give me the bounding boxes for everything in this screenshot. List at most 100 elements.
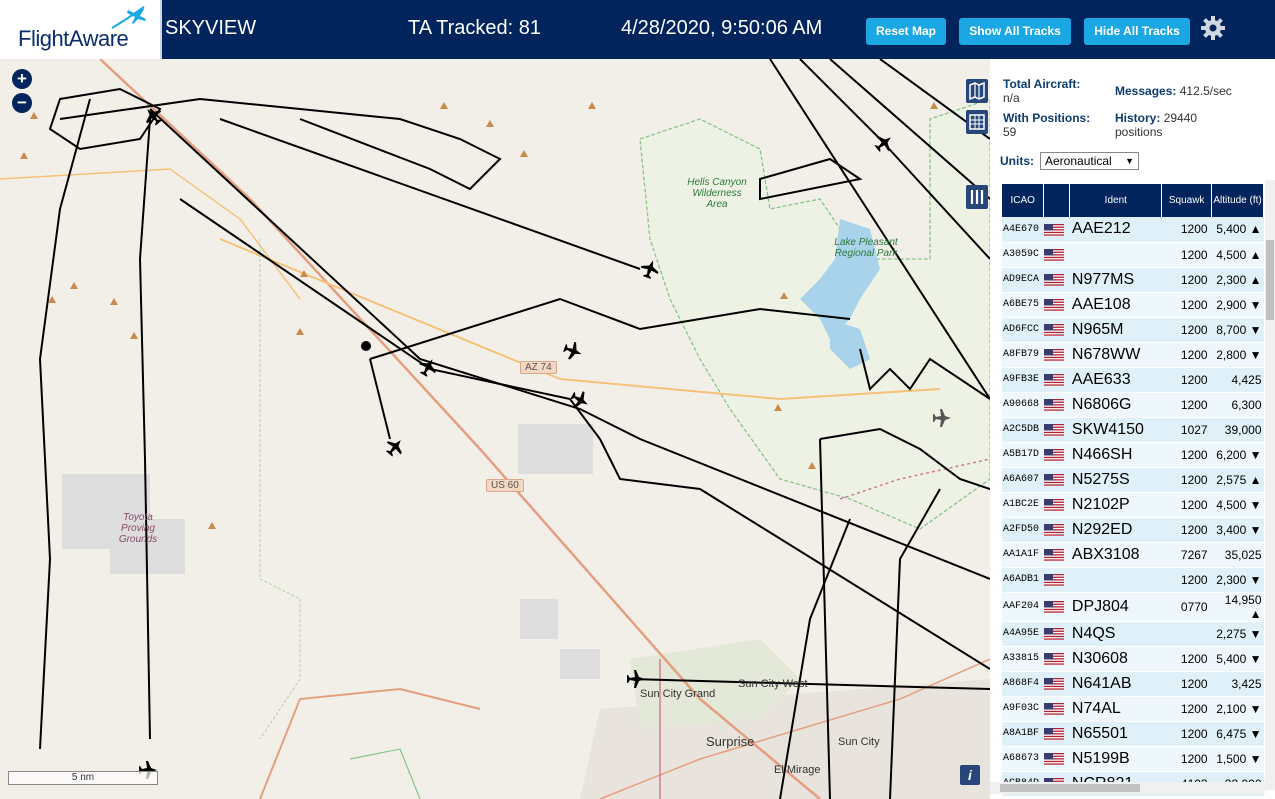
icao-cell: A2C5DB bbox=[1002, 417, 1044, 443]
gear-icon[interactable] bbox=[1200, 15, 1226, 41]
table-row[interactable]: A8A1BF N65501 1200 6,475 ▼ bbox=[1002, 721, 1264, 747]
altitude-cell: 4,425 bbox=[1211, 367, 1264, 393]
squawk-cell: 1027 bbox=[1161, 417, 1212, 443]
ident-cell: N4QS bbox=[1069, 621, 1162, 647]
table-row[interactable]: A33815 N30608 1200 5,400 ▼ bbox=[1002, 646, 1264, 672]
icao-cell: A9F03C bbox=[1002, 696, 1044, 722]
table-row[interactable]: A4A95E N4QS 2,275 ▼ bbox=[1002, 621, 1264, 647]
us-flag-icon bbox=[1043, 728, 1064, 741]
us-flag-icon bbox=[1043, 324, 1064, 337]
table-row[interactable]: AD6FCC N965M 1200 8,700 ▼ bbox=[1002, 317, 1264, 343]
table-row[interactable]: A2FD50 N292ED 1200 3,400 ▼ bbox=[1002, 517, 1264, 543]
table-row[interactable]: AA1A1F ABX3108 7267 35,025 bbox=[1002, 542, 1264, 568]
altitude-cell: 4,500 ▲ bbox=[1211, 242, 1264, 268]
flag-cell bbox=[1043, 217, 1070, 243]
altitude-cell: 4,500 ▼ bbox=[1211, 492, 1264, 518]
altitude-cell: 2,275 ▼ bbox=[1211, 621, 1264, 647]
grid-toggle-button[interactable] bbox=[966, 110, 988, 134]
table-row[interactable]: A3059C 1200 4,500 ▲ bbox=[1002, 242, 1264, 268]
table-row[interactable]: A6ADB1 1200 2,300 ▼ bbox=[1002, 567, 1264, 593]
icao-cell: A868F4 bbox=[1002, 671, 1044, 697]
flag-cell bbox=[1043, 292, 1070, 318]
az74-shield: AZ 74 bbox=[520, 361, 557, 374]
ident-cell: N5199B bbox=[1069, 746, 1162, 772]
grid-icon bbox=[969, 114, 985, 130]
history-label: History: bbox=[1115, 111, 1161, 125]
aircraft-table: ICAO Ident Squawk Altitude (ft) A4E670 AA… bbox=[1002, 184, 1264, 797]
squawk-cell: 1200 bbox=[1161, 292, 1212, 318]
table-row[interactable]: A68673 N5199B 1200 1,500 ▼ bbox=[1002, 746, 1264, 772]
zoom-in-button[interactable]: + bbox=[12, 69, 32, 89]
units-select[interactable]: Aeronautical ▼ bbox=[1040, 152, 1139, 170]
columns-toggle-button[interactable] bbox=[966, 185, 988, 209]
squawk-cell bbox=[1161, 621, 1212, 647]
table-scrollbar-thumb[interactable] bbox=[1266, 240, 1274, 320]
us-flag-icon bbox=[1043, 753, 1064, 766]
table-row[interactable]: A1BC2E N2102P 1200 4,500 ▼ bbox=[1002, 492, 1264, 518]
column-header-icao[interactable]: ICAO bbox=[1002, 184, 1045, 217]
icao-cell: AAF204 bbox=[1002, 592, 1044, 622]
table-row[interactable]: A9FB3E AAE633 1200 4,425 bbox=[1002, 367, 1264, 393]
us-flag-icon bbox=[1043, 678, 1064, 691]
map-view[interactable]: Hells Canyon Wilderness Area Lake Pleasa… bbox=[0, 59, 990, 799]
flag-cell bbox=[1043, 671, 1070, 697]
icao-cell: A33815 bbox=[1002, 646, 1044, 672]
icao-cell: A9FB3E bbox=[1002, 367, 1044, 393]
flag-cell bbox=[1043, 646, 1070, 672]
squawk-cell: 1200 bbox=[1161, 467, 1212, 493]
column-header-flag[interactable] bbox=[1043, 184, 1071, 217]
info-button[interactable]: i bbox=[960, 765, 980, 785]
flag-cell bbox=[1043, 492, 1070, 518]
toyota-label: Toyota Proving Grounds bbox=[118, 512, 158, 545]
horizontal-scrollbar-thumb[interactable] bbox=[1000, 784, 1140, 792]
us-flag-icon bbox=[1043, 703, 1064, 716]
table-row[interactable]: AD9ECA N977MS 1200 2,300 ▲ bbox=[1002, 267, 1264, 293]
column-header-altitude[interactable]: Altitude (ft) bbox=[1211, 184, 1264, 217]
history-stat: History: 29440 positions bbox=[1115, 111, 1215, 139]
map-layers-button[interactable] bbox=[966, 79, 988, 103]
total-aircraft-label: Total Aircraft: bbox=[1003, 77, 1081, 91]
flag-cell bbox=[1043, 417, 1070, 443]
show-all-tracks-button[interactable]: Show All Tracks bbox=[959, 18, 1071, 45]
squawk-cell: 0770 bbox=[1161, 592, 1212, 622]
column-header-ident[interactable]: Ident bbox=[1069, 184, 1163, 217]
icao-cell: A6ADB1 bbox=[1002, 567, 1044, 593]
squawk-cell: 1200 bbox=[1161, 242, 1212, 268]
squawk-cell: 1200 bbox=[1161, 342, 1212, 368]
flightaware-logo[interactable]: FlightAware bbox=[0, 0, 162, 59]
hide-all-tracks-button[interactable]: Hide All Tracks bbox=[1084, 18, 1190, 45]
squawk-cell: 1200 bbox=[1161, 492, 1212, 518]
table-row[interactable]: AAF204 DPJ804 0770 14,950 ▲ bbox=[1002, 592, 1264, 622]
icao-cell: A4E670 bbox=[1002, 217, 1044, 243]
flag-cell bbox=[1043, 467, 1070, 493]
table-row[interactable]: A4E670 AAE212 1200 5,400 ▲ bbox=[1002, 217, 1264, 243]
units-label: Units: bbox=[1000, 154, 1034, 168]
table-row[interactable]: A8FB79 N678WW 1200 2,800 ▼ bbox=[1002, 342, 1264, 368]
surprise-label: Surprise bbox=[706, 734, 755, 749]
table-row[interactable]: A5B17D N466SH 1200 6,200 ▼ bbox=[1002, 442, 1264, 468]
table-row[interactable]: A2C5DB SKW4150 1027 39,000 bbox=[1002, 417, 1264, 443]
ident-cell: N678WW bbox=[1069, 342, 1162, 368]
table-row[interactable]: A868F4 N641AB 1200 3,425 bbox=[1002, 671, 1264, 697]
ident-cell: N2102P bbox=[1069, 492, 1162, 518]
us-flag-icon bbox=[1043, 274, 1064, 287]
ident-cell: AAE108 bbox=[1069, 292, 1162, 318]
table-row[interactable]: A90668 N6806G 1200 6,300 bbox=[1002, 392, 1264, 418]
el-mirage-label: El Mirage bbox=[774, 764, 821, 776]
us-flag-icon bbox=[1043, 474, 1064, 487]
ident-cell: N74AL bbox=[1069, 696, 1162, 722]
table-row[interactable]: A9F03C N74AL 1200 2,100 ▼ bbox=[1002, 696, 1264, 722]
altitude-cell: 2,100 ▼ bbox=[1211, 696, 1264, 722]
flag-cell bbox=[1043, 567, 1070, 593]
us-flag-icon bbox=[1043, 499, 1064, 512]
table-row[interactable]: A6A607 N5275S 1200 2,575 ▲ bbox=[1002, 467, 1264, 493]
icao-cell: AD9ECA bbox=[1002, 267, 1044, 293]
ident-cell: DPJ804 bbox=[1069, 592, 1162, 622]
altitude-cell: 2,300 ▲ bbox=[1211, 267, 1264, 293]
reset-map-button[interactable]: Reset Map bbox=[866, 18, 946, 45]
column-header-squawk[interactable]: Squawk bbox=[1161, 184, 1213, 217]
zoom-out-button[interactable]: − bbox=[12, 93, 32, 113]
altitude-cell: 3,425 bbox=[1211, 671, 1264, 697]
table-row[interactable]: A6BE75 AAE108 1200 2,900 ▼ bbox=[1002, 292, 1264, 318]
altitude-cell: 2,900 ▼ bbox=[1211, 292, 1264, 318]
